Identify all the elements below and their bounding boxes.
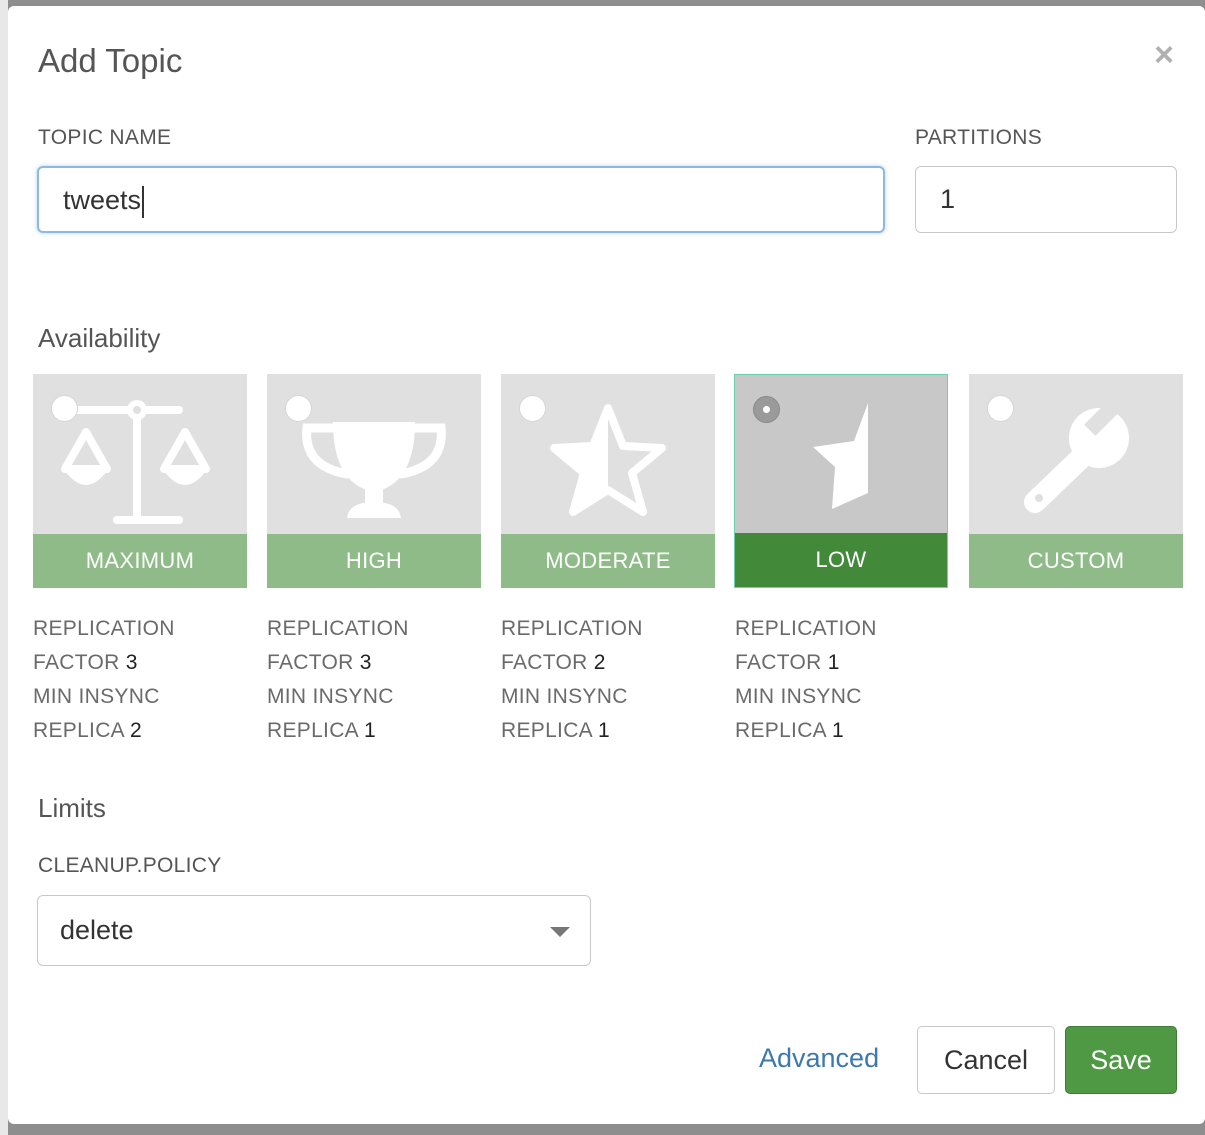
spec-low: REPLICATION FACTOR 1 MIN INSYNC REPLICA … [735,612,877,748]
radio-low[interactable] [753,396,780,423]
topic-name-label: TOPIC NAME [38,126,172,149]
partitions-value: 1 [940,184,956,214]
spec-line-factor: FACTOR 3 [33,646,175,680]
replica-value: 1 [597,719,610,742]
spec-high: REPLICATION FACTOR 3 MIN INSYNC REPLICA … [267,612,409,748]
option-label-high: HIGH [267,534,481,588]
radio-high[interactable] [285,395,312,422]
partitions-input[interactable]: 1 [915,166,1177,233]
spec-line-factor: FACTOR 2 [501,646,643,680]
radio-moderate[interactable] [519,395,546,422]
spec-line-replication: REPLICATION [735,617,877,640]
spec-line-replication: REPLICATION [33,617,175,640]
advanced-link[interactable]: Advanced [759,1043,879,1074]
limits-heading: Limits [38,793,106,823]
availability-heading: Availability [38,323,161,353]
availability-option-custom[interactable]: CUSTOM [969,374,1183,588]
partitions-label: PARTITIONS [915,126,1043,149]
factor-label: FACTOR [501,651,588,674]
factor-label: FACTOR [735,651,822,674]
spec-line-min-insync: MIN INSYNC [735,685,862,708]
spec-line-factor: FACTOR 3 [267,646,409,680]
cancel-button[interactable]: Cancel [917,1026,1055,1094]
text-cursor [142,185,145,218]
replica-value: 1 [363,719,376,742]
factor-value: 1 [827,651,840,674]
replica-label: REPLICA [267,719,358,742]
topic-name-value: tweets [63,185,142,215]
availability-option-maximum[interactable]: MAXIMUM [33,374,247,588]
spec-maximum: REPLICATION FACTOR 3 MIN INSYNC REPLICA … [33,612,175,748]
topic-name-input[interactable]: tweets [37,166,885,233]
spec-line-replica: REPLICA 1 [735,714,877,748]
spec-line-factor: FACTOR 1 [735,646,877,680]
factor-label: FACTOR [267,651,354,674]
page-backdrop [0,0,8,1135]
add-topic-modal: Add Topic × TOPIC NAME tweets PARTITIONS… [8,6,1205,1124]
spec-line-min-insync: MIN INSYNC [33,685,160,708]
radio-custom[interactable] [987,395,1014,422]
factor-value: 3 [125,651,138,674]
cleanup-policy-select[interactable]: delete [37,895,591,966]
modal-title: Add Topic [38,42,183,79]
option-label-low: LOW [735,533,947,587]
cleanup-policy-value: delete [60,915,134,945]
replica-label: REPLICA [501,719,592,742]
radio-maximum[interactable] [51,395,78,422]
replica-label: REPLICA [33,719,124,742]
factor-value: 3 [359,651,372,674]
spec-moderate: REPLICATION FACTOR 2 MIN INSYNC REPLICA … [501,612,643,748]
availability-option-low[interactable]: LOW [734,374,948,588]
save-button[interactable]: Save [1065,1026,1177,1094]
availability-option-moderate[interactable]: MODERATE [501,374,715,588]
factor-label: FACTOR [33,651,120,674]
close-icon[interactable]: × [1149,38,1179,72]
option-label-moderate: MODERATE [501,534,715,588]
spec-line-replica: REPLICA 2 [33,714,175,748]
spec-line-replica: REPLICA 1 [267,714,409,748]
factor-value: 2 [593,651,606,674]
chevron-down-icon [550,927,570,937]
spec-line-replication: REPLICATION [267,617,409,640]
spec-line-replication: REPLICATION [501,617,643,640]
replica-label: REPLICA [735,719,826,742]
replica-value: 1 [831,719,844,742]
option-label-maximum: MAXIMUM [33,534,247,588]
spec-line-replica: REPLICA 1 [501,714,643,748]
availability-option-high[interactable]: HIGH [267,374,481,588]
cleanup-policy-label: CLEANUP.POLICY [38,854,222,877]
spec-line-min-insync: MIN INSYNC [501,685,628,708]
option-label-custom: CUSTOM [969,534,1183,588]
replica-value: 2 [129,719,142,742]
spec-line-min-insync: MIN INSYNC [267,685,394,708]
